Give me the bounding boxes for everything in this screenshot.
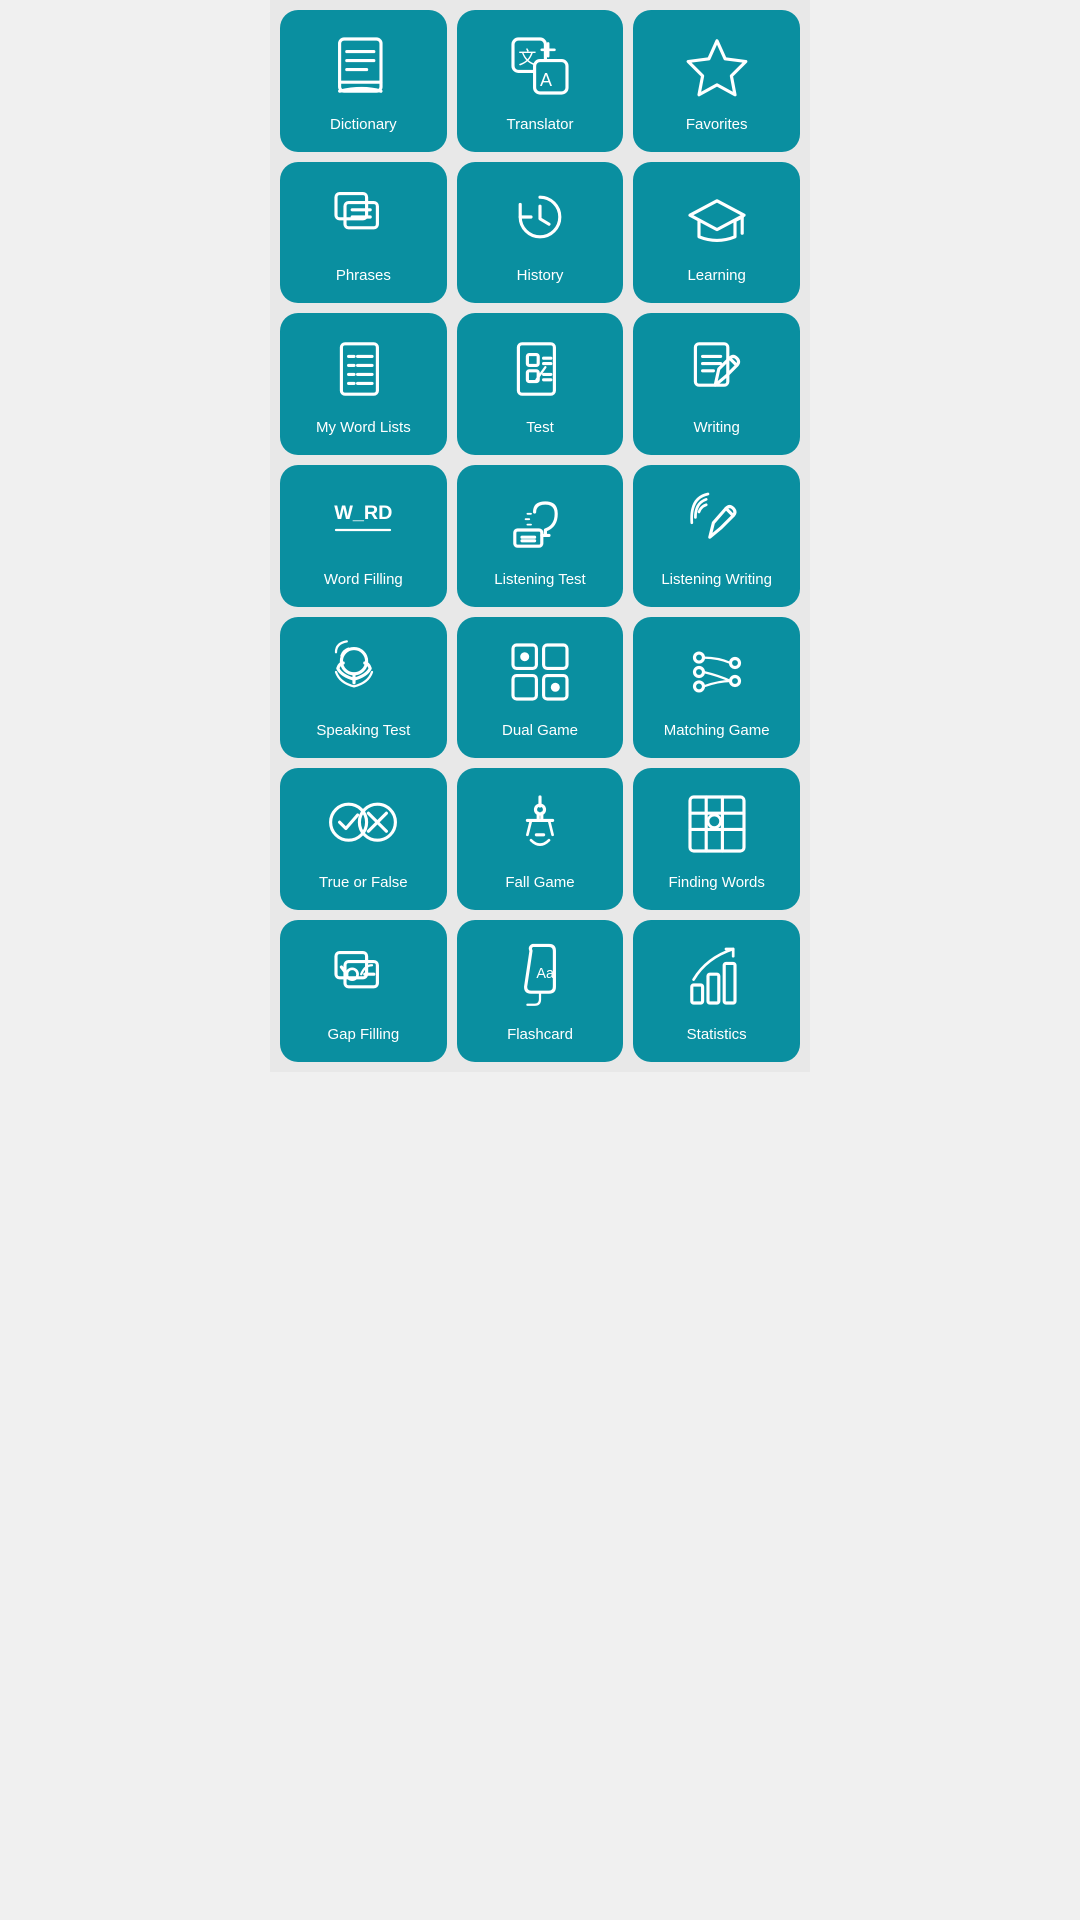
my-word-lists-label: My Word Lists [316, 419, 411, 437]
card-fall-game[interactable]: Fall Game [457, 768, 624, 910]
flashcard-icon: Aa [465, 932, 616, 1020]
card-my-word-lists[interactable]: My Word Lists [280, 313, 447, 455]
app-grid: Dictionary 文A Translator Favorites Phrases Hi… [270, 0, 810, 1072]
favorites-icon [641, 22, 792, 110]
card-flashcard[interactable]: Aa Flashcard [457, 920, 624, 1062]
listening-test-icon [465, 477, 616, 565]
card-dual-game[interactable]: Dual Game [457, 617, 624, 759]
svg-text:A: A [540, 70, 552, 90]
test-label: Test [526, 419, 554, 437]
dual-game-icon [465, 629, 616, 717]
listening-writing-label: Listening Writing [661, 571, 772, 589]
card-word-filling[interactable]: W_RD Word Filling [280, 465, 447, 607]
history-icon [465, 174, 616, 262]
phrases-icon [288, 174, 439, 262]
true-or-false-label: True or False [319, 874, 408, 892]
dual-game-label: Dual Game [502, 722, 578, 740]
word-filling-label: Word Filling [324, 571, 403, 589]
card-speaking-test[interactable]: Speaking Test [280, 617, 447, 759]
fall-game-label: Fall Game [505, 874, 574, 892]
listening-writing-icon [641, 477, 792, 565]
statistics-icon [641, 932, 792, 1020]
card-listening-test[interactable]: Listening Test [457, 465, 624, 607]
card-test[interactable]: Test [457, 313, 624, 455]
card-learning[interactable]: Learning [633, 162, 800, 304]
speaking-test-icon [288, 629, 439, 717]
dictionary-icon [288, 22, 439, 110]
matching-game-icon [641, 629, 792, 717]
fall-game-icon [465, 780, 616, 868]
flashcard-label: Flashcard [507, 1026, 573, 1044]
svg-text:W_RD: W_RD [335, 502, 393, 524]
speaking-test-label: Speaking Test [316, 722, 410, 740]
card-statistics[interactable]: Statistics [633, 920, 800, 1062]
dictionary-label: Dictionary [330, 116, 397, 134]
learning-label: Learning [687, 267, 745, 285]
word-filling-icon: W_RD [288, 477, 439, 565]
card-true-or-false[interactable]: True or False [280, 768, 447, 910]
card-writing[interactable]: Writing [633, 313, 800, 455]
card-history[interactable]: History [457, 162, 624, 304]
phrases-label: Phrases [336, 267, 391, 285]
card-translator[interactable]: 文A Translator [457, 10, 624, 152]
my-word-lists-icon [288, 325, 439, 413]
card-gap-filling[interactable]: Gap Filling [280, 920, 447, 1062]
gap-filling-label: Gap Filling [327, 1026, 399, 1044]
card-phrases[interactable]: Phrases [280, 162, 447, 304]
svg-text:Aa: Aa [536, 966, 554, 982]
card-listening-writing[interactable]: Listening Writing [633, 465, 800, 607]
finding-words-label: Finding Words [668, 874, 764, 892]
listening-test-label: Listening Test [494, 571, 585, 589]
card-dictionary[interactable]: Dictionary [280, 10, 447, 152]
card-finding-words[interactable]: Finding Words [633, 768, 800, 910]
finding-words-icon [641, 780, 792, 868]
translator-icon: 文A [465, 22, 616, 110]
card-matching-game[interactable]: Matching Game [633, 617, 800, 759]
translator-label: Translator [507, 116, 574, 134]
learning-icon [641, 174, 792, 262]
test-icon [465, 325, 616, 413]
writing-icon [641, 325, 792, 413]
statistics-label: Statistics [687, 1026, 747, 1044]
matching-game-label: Matching Game [664, 722, 770, 740]
writing-label: Writing [693, 419, 739, 437]
favorites-label: Favorites [686, 116, 748, 134]
gap-filling-icon [288, 932, 439, 1020]
history-label: History [517, 267, 564, 285]
true-or-false-icon [288, 780, 439, 868]
card-favorites[interactable]: Favorites [633, 10, 800, 152]
